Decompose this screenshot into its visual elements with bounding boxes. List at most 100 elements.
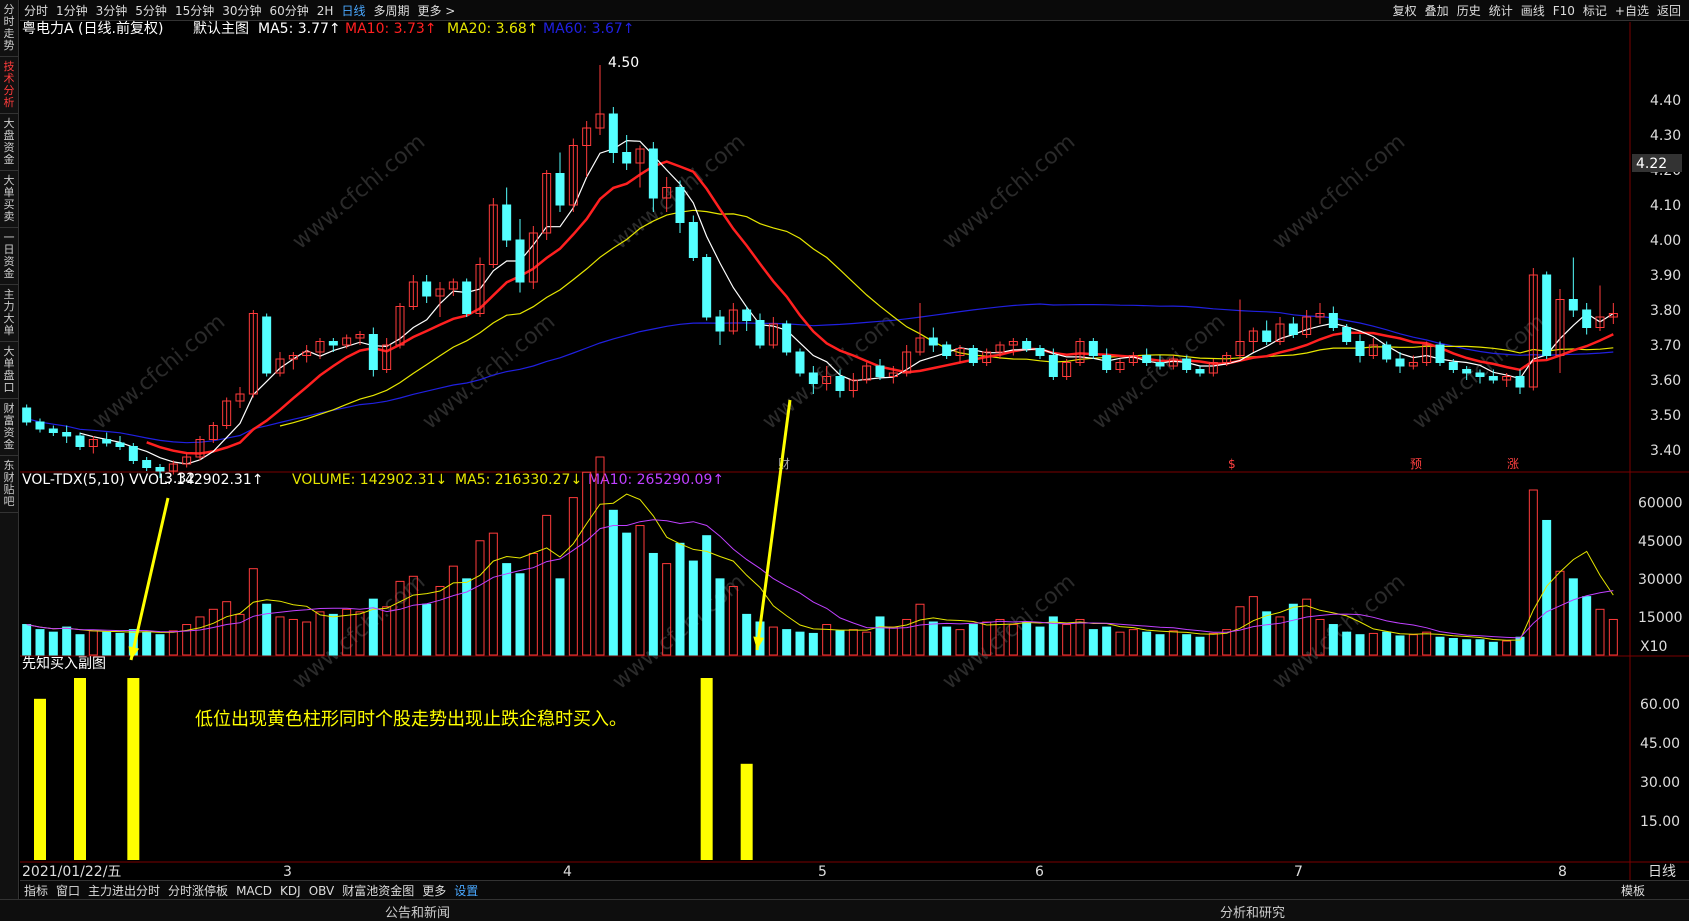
- candle-body: [1582, 309, 1592, 328]
- volume-bar: [702, 535, 712, 656]
- sub-title: 先知买入副图: [22, 655, 106, 672]
- sub-tick: 30.00: [1640, 775, 1680, 791]
- volume-bar: [688, 560, 698, 656]
- signal-bar: [740, 763, 753, 860]
- candle-body: [1462, 369, 1472, 374]
- kline-chart[interactable]: www.cfchi.com www.cfchi.com www.cfchi.com w…: [0, 0, 1689, 880]
- status-bar: 公告和新闻 分析和研究: [0, 899, 1689, 921]
- volume-bar: [915, 603, 925, 656]
- price-tick: 4.40: [1650, 93, 1681, 109]
- volume-bar: [848, 629, 858, 656]
- volume-bar: [795, 631, 805, 656]
- vol-tick: 15000: [1638, 610, 1683, 626]
- signal-bar: [74, 678, 86, 860]
- candle-body: [515, 239, 525, 283]
- vol-title: VOL-TDX(5,10) VVOL: 142902.31↑: [22, 472, 263, 488]
- candle-body: [1515, 376, 1525, 388]
- indicator-tab-7[interactable]: 财富池资金图: [338, 881, 418, 900]
- candle-body: [1035, 348, 1045, 356]
- volume-bar: [1088, 629, 1098, 656]
- watermark: www.cfchi.com: [938, 129, 1080, 254]
- volume-bar: [715, 578, 725, 656]
- candle-body: [22, 407, 32, 423]
- indicator-tab-2[interactable]: 主力进出分时: [84, 881, 164, 900]
- candle-body: [1355, 341, 1365, 356]
- vol-tick: 30000: [1638, 572, 1683, 588]
- signal-bar: [34, 698, 46, 860]
- candle-body: [1048, 355, 1058, 377]
- vol-volume: VOLUME: 142902.31↓: [292, 472, 447, 488]
- volume-bar: [102, 631, 112, 656]
- volume-bar: [608, 509, 618, 656]
- volume-bar: [248, 568, 258, 656]
- template-button[interactable]: 模板: [1617, 881, 1649, 900]
- candle-body: [782, 323, 792, 353]
- research-tab[interactable]: 分析和研究: [1220, 902, 1285, 921]
- candle-body: [928, 337, 938, 346]
- high-label: 4.50: [608, 55, 639, 71]
- volume-bar: [942, 626, 952, 656]
- volume-bar: [888, 626, 898, 656]
- volume-bar: [195, 616, 205, 656]
- indicator-tab-8[interactable]: 更多: [418, 881, 450, 900]
- x-tick: 4: [563, 864, 572, 880]
- candle-body: [555, 173, 565, 206]
- volume-bar: [582, 471, 592, 656]
- vol-ma5: MA5: 216330.27↓: [455, 472, 582, 488]
- ma10-line: [146, 160, 1614, 455]
- indicator-tab-4[interactable]: MACD: [232, 883, 276, 899]
- candle-body: [755, 320, 765, 346]
- candle-body: [1088, 341, 1098, 356]
- indicator-tab-0[interactable]: 指标: [20, 881, 52, 900]
- sub-tick: 15.00: [1640, 814, 1680, 830]
- news-tab[interactable]: 公告和新闻: [385, 902, 450, 921]
- indicator-tab-6[interactable]: OBV: [305, 883, 339, 899]
- price-tick: 4.10: [1650, 198, 1681, 214]
- x-tick: 8: [1558, 864, 1567, 880]
- indicator-tab-9[interactable]: 设置: [450, 881, 482, 900]
- candle-body: [675, 187, 685, 223]
- volume-bar: [1555, 570, 1565, 656]
- candle-body: [715, 316, 725, 332]
- vol-tick: 45000: [1638, 534, 1683, 550]
- volume-bar: [222, 601, 232, 656]
- volume-bar: [1075, 618, 1085, 656]
- indicator-tab-1[interactable]: 窗口: [52, 881, 84, 900]
- indicator-tabs: 指标 窗口 主力进出分时 分时涨停板 MACD KDJ OBV 财富池资金图 更多 设置 模板: [20, 880, 1689, 899]
- volume-bar: [808, 632, 818, 656]
- volume-bar: [302, 621, 312, 656]
- volume-bar: [555, 578, 565, 656]
- ma10-label: MA10: 3.73↑: [345, 21, 437, 37]
- candle-body: [62, 432, 72, 437]
- volume-bar: [1408, 634, 1418, 656]
- volume-bar: [768, 626, 778, 656]
- volume-bar: [1488, 641, 1498, 656]
- watermark: www.cfchi.com: [1268, 129, 1410, 254]
- candle-body: [1448, 362, 1458, 370]
- volume-bar: [1435, 636, 1445, 656]
- volume-bar: [568, 497, 578, 656]
- volume-bar: [622, 532, 632, 656]
- volume-bar: [168, 630, 178, 656]
- volume-bar: [1422, 631, 1432, 656]
- candle-body: [1155, 362, 1165, 367]
- stock-title: 粤电力A (日线.前复权): [22, 20, 163, 37]
- volume-bar: [635, 525, 645, 656]
- price-tick: 3.90: [1650, 268, 1681, 284]
- volume-bar: [1462, 639, 1472, 656]
- x-tick: 5: [818, 864, 827, 880]
- indicator-tab-5[interactable]: KDJ: [276, 883, 305, 899]
- volume-bar: [1288, 603, 1298, 656]
- volume-bar: [1342, 631, 1352, 656]
- candle-body: [328, 341, 338, 346]
- candle-body: [262, 316, 272, 374]
- candle-body: [742, 309, 752, 321]
- price-tick: 3.50: [1650, 408, 1681, 424]
- x-tick: 6: [1035, 864, 1044, 880]
- indicator-tab-3[interactable]: 分时涨停板: [164, 881, 232, 900]
- volume-bar: [1142, 631, 1152, 656]
- volume-bar: [62, 626, 72, 656]
- x-tick: 3: [283, 864, 292, 880]
- volume-bar: [35, 629, 45, 656]
- candle-body: [75, 435, 85, 447]
